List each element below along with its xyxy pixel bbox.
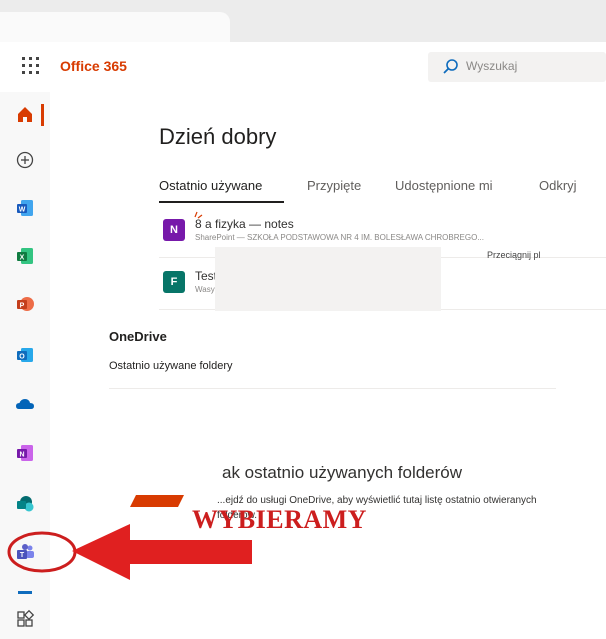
- browser-tab-strip: [0, 0, 606, 42]
- onenote-file-icon: N: [163, 219, 185, 241]
- svg-text:W: W: [19, 207, 26, 214]
- drag-hint: Przeciągnij pl: [487, 250, 541, 260]
- page-title: Dzień dobry: [159, 124, 277, 149]
- brand-link[interactable]: Office 365: [60, 58, 127, 74]
- recent-folders-label: Ostatnio używane foldery: [109, 360, 233, 372]
- file-name[interactable]: 8 a fizyka — notes: [195, 217, 294, 231]
- forms-file-icon: F: [163, 271, 185, 293]
- active-indicator: [41, 104, 44, 126]
- word-icon[interactable]: W: [15, 198, 35, 218]
- rail-partial-icon: [18, 591, 32, 594]
- tab-discover[interactable]: Odkryj: [539, 178, 577, 193]
- active-tab-underline: [159, 201, 284, 203]
- sharepoint-icon[interactable]: [15, 494, 35, 514]
- app-header: Office 365 Wyszukaj: [0, 42, 606, 93]
- all-apps-icon[interactable]: [15, 609, 35, 629]
- file-location: SharePoint — SZKOŁA PODSTAWOWA NR 4 IM. …: [195, 233, 484, 242]
- tab-shared[interactable]: Udostępnione mi: [395, 178, 493, 193]
- annotation-label: WYBIERAMY: [192, 505, 367, 534]
- outlook-icon[interactable]: O: [15, 345, 35, 365]
- onedrive-section-title: OneDrive: [109, 329, 167, 344]
- svg-text:P: P: [20, 303, 25, 310]
- upload-placeholder: [215, 247, 441, 311]
- teams-icon[interactable]: T: [15, 542, 35, 562]
- svg-text:O: O: [19, 354, 25, 361]
- empty-folders-title: ak ostatnio używanych folderów: [222, 463, 463, 482]
- onenote-icon[interactable]: N: [15, 443, 35, 463]
- home-icon[interactable]: [15, 104, 35, 124]
- svg-text:T: T: [20, 552, 25, 559]
- create-icon[interactable]: [15, 150, 35, 170]
- empty-state-illustration: [130, 495, 184, 507]
- onedrive-icon[interactable]: [15, 394, 35, 414]
- excel-icon[interactable]: X: [15, 246, 35, 266]
- search-box[interactable]: Wyszukaj: [428, 52, 606, 82]
- section-divider: [109, 388, 556, 389]
- svg-text:X: X: [20, 255, 25, 262]
- search-input[interactable]: Wyszukaj: [466, 59, 517, 73]
- search-icon: [443, 59, 458, 74]
- svg-text:N: N: [19, 452, 24, 459]
- app-launcher-icon[interactable]: [22, 57, 40, 75]
- tab-recent[interactable]: Ostatnio używane: [159, 178, 262, 193]
- tab-pinned[interactable]: Przypięte: [307, 178, 361, 193]
- browser-tab[interactable]: [0, 12, 230, 42]
- powerpoint-icon[interactable]: P: [15, 294, 35, 314]
